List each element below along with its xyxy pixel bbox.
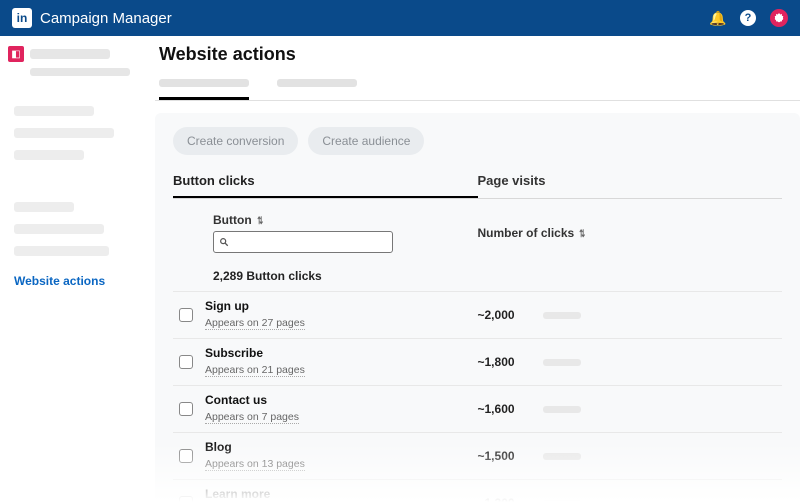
row-checkbox[interactable] [179,355,193,369]
table-row: Blog Appears on 13 pages ~1,500 [173,432,782,479]
column-button[interactable]: Button [213,213,478,227]
sidebar-item-placeholder[interactable] [14,150,84,160]
column-clicks-label: Number of clicks [478,226,575,240]
notifications-icon[interactable] [710,10,726,26]
page-title: Website actions [159,44,800,65]
linkedin-logo-icon[interactable]: in [12,8,32,28]
row-clicks: ~1,800 [478,355,533,369]
row-clicks: ~1,200 [478,496,533,502]
header-right: ? [710,9,788,27]
row-button-name[interactable]: Sign up [205,299,478,313]
org-subtitle-placeholder [30,68,130,76]
row-checkbox[interactable] [179,496,193,502]
row-button-sub[interactable]: Appears on 27 pages [205,317,305,330]
column-headers: Button Number of clicks [173,213,782,253]
row-checkbox[interactable] [179,449,193,463]
row-button-name[interactable]: Contact us [205,393,478,407]
row-clicks: ~1,600 [478,402,533,416]
row-button-name[interactable]: Blog [205,440,478,454]
table-row: Learn more Appears on 4 pages ~1,200 [173,479,782,502]
table-row: Contact us Appears on 7 pages ~1,600 [173,385,782,432]
button-search-input[interactable] [213,231,393,253]
org-switcher[interactable]: ◧ [8,46,137,62]
create-conversion-button[interactable]: Create conversion [173,127,298,155]
tab-label-placeholder [277,79,357,87]
sort-icon [578,226,586,240]
tab-page-visits[interactable]: Page visits [478,173,783,198]
table-row: Sign up Appears on 27 pages ~2,000 [173,291,782,338]
sidebar-item-placeholder[interactable] [14,246,109,256]
action-buttons: Create conversion Create audience [173,127,782,155]
totals-label: 2,289 Button clicks [213,269,782,283]
sidebar: ◧ Website actions [0,36,145,502]
top-tab-1[interactable] [159,79,249,100]
row-button-name[interactable]: Learn more [205,487,478,501]
content-panel: Create conversion Create audience Button… [155,113,800,502]
sidebar-item-placeholder[interactable] [14,202,74,212]
row-checkbox[interactable] [179,402,193,416]
tab-label-placeholder [159,79,249,87]
main-panel: Website actions Create conversion Create… [145,36,800,502]
row-clicks: ~2,000 [478,308,533,322]
help-icon[interactable]: ? [740,10,756,26]
tab-button-clicks[interactable]: Button clicks [173,173,478,198]
column-button-label: Button [213,213,252,227]
header-left: in Campaign Manager [12,8,172,28]
top-tab-2[interactable] [277,79,357,100]
row-checkbox[interactable] [179,308,193,322]
org-name-placeholder [30,49,110,59]
app-header: in Campaign Manager ? [0,0,800,36]
row-button-sub[interactable]: Appears on 7 pages [205,411,299,424]
row-button-sub[interactable]: Appears on 21 pages [205,364,305,377]
top-tabs [155,79,800,101]
column-clicks[interactable]: Number of clicks [478,213,783,253]
search-icon [219,237,229,247]
row-bar-placeholder [543,359,581,366]
row-bar-placeholder [543,453,581,460]
app-title: Campaign Manager [40,10,172,27]
inner-tabs: Button clicks Page visits [173,173,782,199]
row-clicks: ~1,500 [478,449,533,463]
sidebar-item-placeholder[interactable] [14,224,104,234]
row-bar-placeholder [543,406,581,413]
sidebar-item-placeholder[interactable] [14,128,114,138]
org-logo-icon: ◧ [8,46,24,62]
row-button-sub[interactable]: Appears on 13 pages [205,458,305,471]
button-clicks-table: Sign up Appears on 27 pages ~2,000 Subsc… [173,291,782,502]
row-bar-placeholder [543,312,581,319]
create-audience-button[interactable]: Create audience [308,127,424,155]
table-row: Subscribe Appears on 21 pages ~1,800 [173,338,782,385]
sort-icon [256,213,264,227]
sidebar-item-website-actions[interactable]: Website actions [8,268,137,294]
settings-icon[interactable] [770,9,788,27]
row-button-name[interactable]: Subscribe [205,346,478,360]
sidebar-item-placeholder[interactable] [14,106,94,116]
